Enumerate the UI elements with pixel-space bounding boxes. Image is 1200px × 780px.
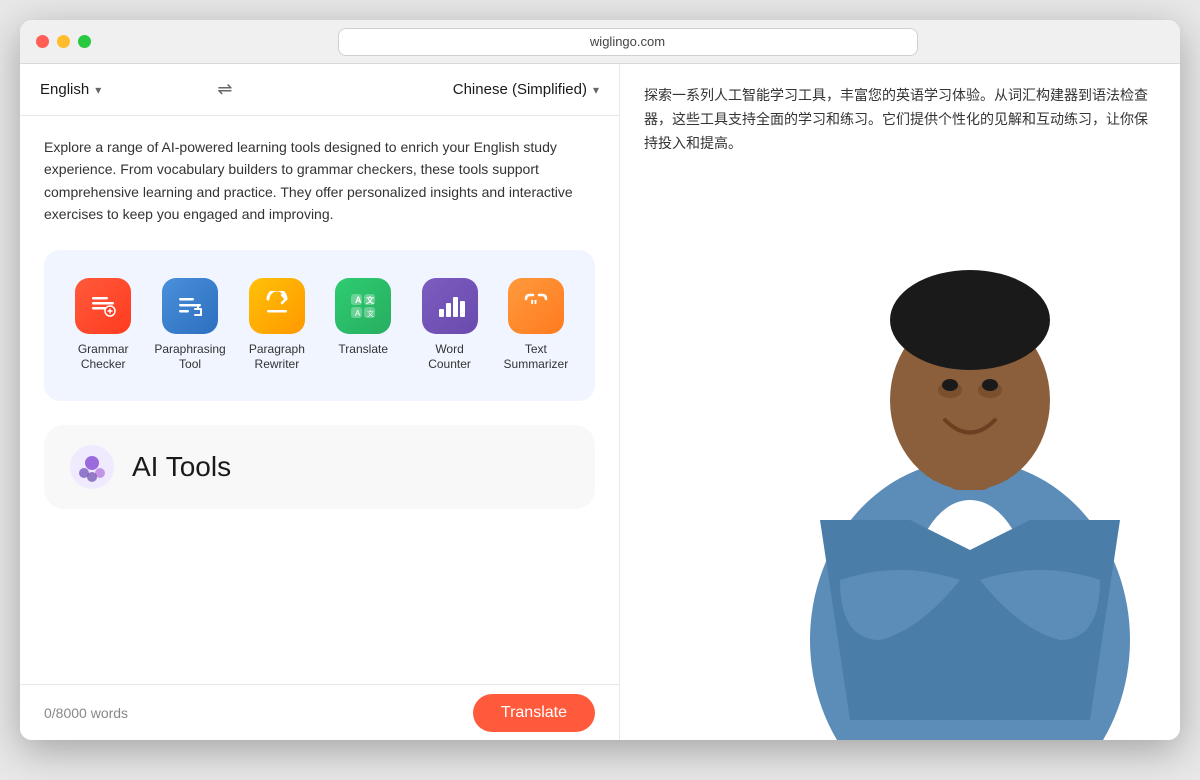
word-counter-icon — [422, 278, 478, 334]
translate-svg: A 文 A 文 — [348, 291, 378, 321]
translate-button[interactable]: Translate — [473, 694, 595, 732]
svg-text:": " — [530, 298, 538, 315]
tool-paragraph-rewriter[interactable]: ParagraphRewriter — [238, 270, 316, 381]
grammar-icon — [75, 278, 131, 334]
ai-icon-svg — [68, 443, 116, 491]
text-summarizer-label: TextSummarizer — [504, 342, 569, 373]
tool-text-summarizer[interactable]: " TextSummarizer — [497, 270, 575, 381]
paraphrasing-svg — [175, 291, 205, 321]
person-overlay — [720, 120, 1180, 740]
language-selector-left[interactable]: English ▾ — [40, 81, 101, 98]
text-summarizer-svg: " — [521, 291, 551, 321]
translate-label: Translate — [338, 342, 388, 358]
close-button[interactable] — [36, 35, 49, 48]
right-panel: 探索一系列人工智能学习工具，丰富您的英语学习体验。从词汇构建器到语法检查器，这些… — [620, 64, 1180, 740]
url-bar[interactable]: wiglingo.com — [338, 28, 918, 56]
bottom-bar: 0/8000 words Translate — [20, 684, 619, 740]
tool-grammar-checker[interactable]: GrammarChecker — [64, 270, 142, 381]
svg-text:A: A — [355, 309, 361, 318]
tool-word-counter[interactable]: WordCounter — [410, 270, 488, 381]
word-counter-svg — [435, 291, 465, 321]
svg-text:文: 文 — [367, 309, 374, 318]
tool-paraphrasing[interactable]: ParaphrasingTool — [150, 270, 229, 381]
language-left-label: English — [40, 81, 89, 98]
text-summarizer-icon: " — [508, 278, 564, 334]
text-section: Explore a range of AI-powered learning t… — [20, 116, 619, 684]
ai-tools-label: AI Tools — [132, 451, 231, 483]
language-selector-right[interactable]: Chinese (Simplified) ▾ — [453, 81, 599, 98]
grammar-svg — [88, 291, 118, 321]
tools-row: GrammarChecker — [64, 270, 575, 381]
svg-text:A: A — [355, 295, 362, 305]
translate-icon: A 文 A 文 — [335, 278, 391, 334]
chevron-down-icon: ▾ — [95, 83, 101, 97]
language-right-label: Chinese (Simplified) — [453, 81, 587, 98]
traffic-lights — [36, 35, 91, 48]
person-svg — [720, 120, 1180, 740]
ai-tools-icon — [68, 443, 116, 491]
svg-text:文: 文 — [366, 295, 375, 305]
word-count-label: 0/8000 words — [44, 705, 128, 721]
swap-icon[interactable]: ⇌ — [217, 79, 232, 100]
left-panel: English ▾ ⇌ Chinese (Simplified) ▾ Explo… — [20, 64, 620, 740]
description-text: Explore a range of AI-powered learning t… — [44, 136, 595, 226]
maximize-button[interactable] — [78, 35, 91, 48]
paraphrasing-icon — [162, 278, 218, 334]
paragraph-icon — [249, 278, 305, 334]
url-text: wiglingo.com — [590, 34, 665, 49]
language-bar-left: English ▾ ⇌ Chinese (Simplified) ▾ — [20, 64, 619, 116]
main-content: English ▾ ⇌ Chinese (Simplified) ▾ Explo… — [20, 64, 1180, 740]
tools-grid: GrammarChecker — [44, 250, 595, 401]
paraphrasing-label: ParaphrasingTool — [154, 342, 225, 373]
minimize-button[interactable] — [57, 35, 70, 48]
title-bar: wiglingo.com — [20, 20, 1180, 64]
paragraph-svg — [262, 291, 292, 321]
word-counter-label: WordCounter — [428, 342, 471, 373]
grammar-label: GrammarChecker — [78, 342, 129, 373]
tool-translate[interactable]: A 文 A 文 Translate — [324, 270, 402, 366]
paragraph-label: ParagraphRewriter — [249, 342, 305, 373]
chevron-down-right-icon: ▾ — [593, 83, 599, 97]
ai-tools-card[interactable]: AI Tools — [44, 425, 595, 509]
